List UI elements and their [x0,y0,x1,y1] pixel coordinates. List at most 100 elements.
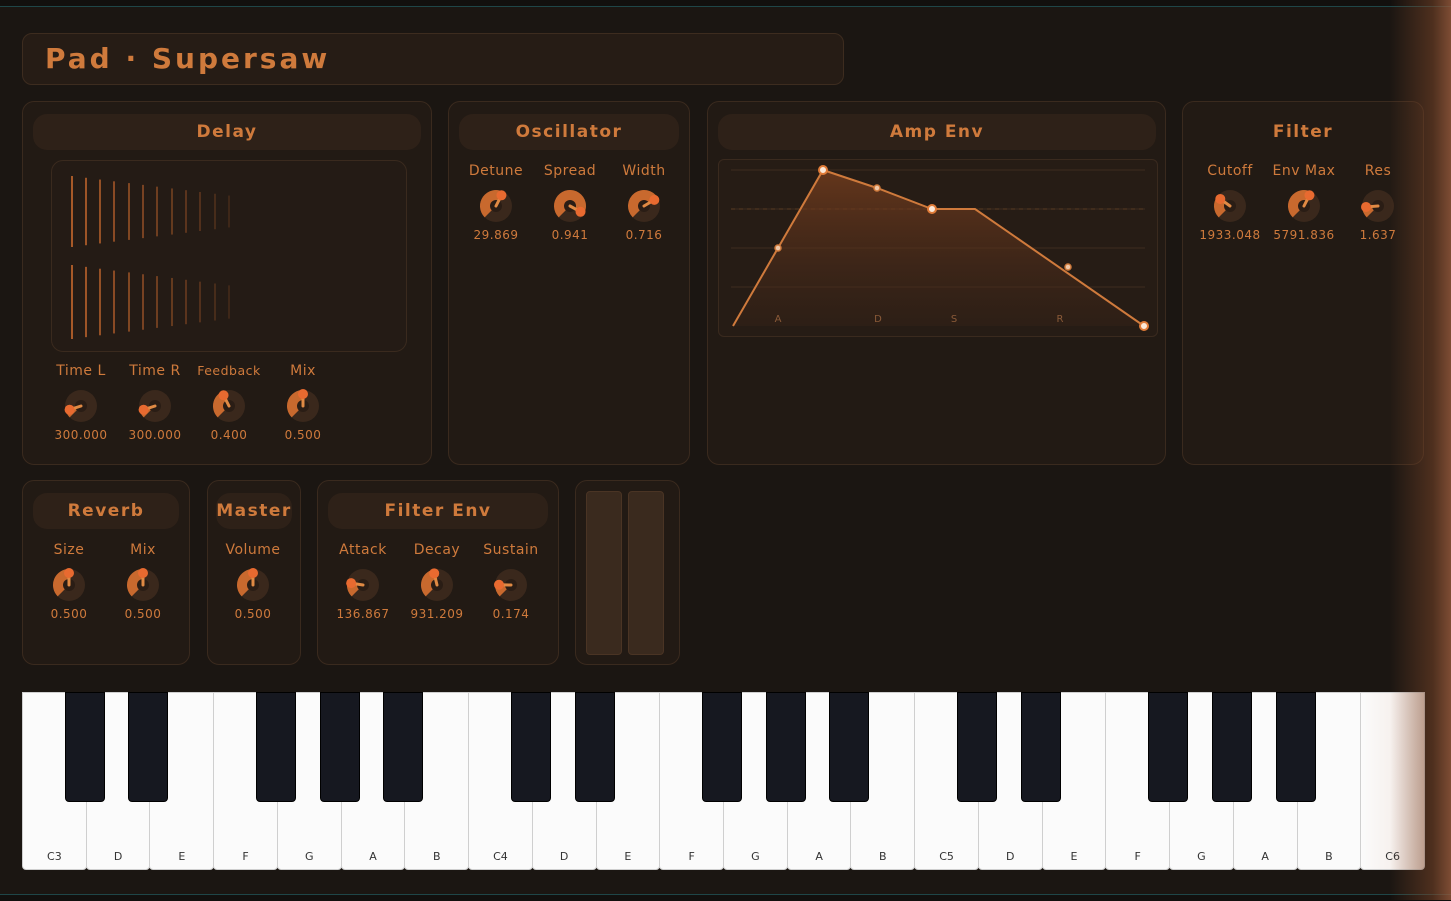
filter-env-panel: Filter Env Attack 136.867 Decay 931.209Sust… [317,480,559,665]
black-key[interactable] [957,692,997,802]
knob-value: 1.637 [1341,228,1415,242]
knob-value: 29.869 [459,228,533,242]
filter-knob-res[interactable]: Res 1.637 [1341,160,1415,242]
oscillator-header: Oscillator [459,114,679,150]
delay-knob-feedback[interactable]: Feedback0.400 [192,360,266,442]
black-key[interactable] [702,692,742,802]
reverb-panel: Reverb Size 0.500Mix0.500 [22,480,190,665]
white-key-label: C4 [469,850,532,863]
delay-knob-mix[interactable]: Mix0.500 [266,360,340,442]
white-key-label: B [851,850,914,863]
knob-dial[interactable] [345,567,381,603]
knob-label: Attack [326,539,400,561]
knob-label: Cutoff [1193,160,1267,182]
oscillator-knob-width[interactable]: Width0.716 [607,160,681,242]
white-key-label: A [788,850,851,863]
knob-value: 931.209 [400,607,474,621]
filter-panel: Filter Cutoff1933.048Env Max5791.836Res 1… [1182,101,1424,465]
env-stage-handle[interactable] [1140,322,1148,330]
black-key[interactable] [1212,692,1252,802]
level-meter-right [628,491,664,655]
knob-dial[interactable] [125,567,161,603]
knob-label: Env Max [1267,160,1341,182]
white-key-label: E [597,850,660,863]
knob-dial[interactable] [493,567,529,603]
piano-keyboard[interactable]: C3DEFGABC4DEFGABC5DEFGABC6 [22,692,1424,870]
knob-label: Time R [118,360,192,382]
oscillator-knob-spread[interactable]: Spread0.941 [533,160,607,242]
filter-knob-env-max[interactable]: Env Max5791.836 [1267,160,1341,242]
knob-dial[interactable] [235,567,271,603]
white-key-label: E [1043,850,1106,863]
filter-header: Filter [1193,114,1413,150]
black-key[interactable] [829,692,869,802]
knob-dial[interactable] [51,567,87,603]
black-key[interactable] [1276,692,1316,802]
knob-dial[interactable] [552,188,588,224]
oscillator-knob-detune[interactable]: Detune 29.869 [459,160,533,242]
env-stage-handle[interactable] [819,166,827,174]
knob-dial[interactable] [1212,188,1248,224]
knob-dial[interactable] [137,388,173,424]
black-key[interactable] [1021,692,1061,802]
env-curve-handle[interactable] [775,245,781,251]
black-key[interactable] [575,692,615,802]
filter-env-knob-decay[interactable]: Decay 931.209 [400,539,474,621]
white-key-label: F [1106,850,1169,863]
delay-knob-time-l[interactable]: Time L300.000 [44,360,118,442]
env-stage-label: S [951,314,957,325]
white-key-label: B [405,850,468,863]
filter-env-knob-sustain[interactable]: Sustain0.174 [474,539,548,621]
env-stage-handle[interactable] [928,205,936,213]
delay-panel: Delay Time L300.000Time R300.000Feedback… [22,101,432,465]
black-key[interactable] [1148,692,1188,802]
knob-dial[interactable] [63,388,99,424]
black-key[interactable] [511,692,551,802]
white-key-label: G [724,850,787,863]
knob-value: 0.400 [192,428,266,442]
knob-dial[interactable] [626,188,662,224]
black-key[interactable] [256,692,296,802]
knob-value: 0.500 [32,607,106,621]
knob-label: Width [607,160,681,182]
white-key[interactable]: C6 [1360,692,1425,870]
black-key[interactable] [128,692,168,802]
delay-knob-time-r[interactable]: Time R300.000 [118,360,192,442]
knob-label: Spread [533,160,607,182]
reverb-knob-size[interactable]: Size 0.500 [32,539,106,621]
oscillator-panel: Oscillator Detune 29.869Spread0.941Width0… [448,101,690,465]
black-key[interactable] [65,692,105,802]
knob-dial[interactable] [1360,188,1396,224]
knob-label: Size [32,539,106,561]
env-curve-handle[interactable] [1065,264,1071,270]
top-edge [0,0,1451,7]
black-key[interactable] [766,692,806,802]
filter-env-header: Filter Env [328,493,548,529]
black-key[interactable] [320,692,360,802]
reverb-header: Reverb [33,493,179,529]
knob-label: Decay [400,539,474,561]
knob-dial[interactable] [419,567,455,603]
white-key-label: C6 [1361,850,1424,863]
knob-dial[interactable] [211,388,247,424]
preset-title-bar: Pad · Supersaw [22,33,844,85]
master-knob-volume[interactable]: Volume0.500 [216,539,290,621]
amp-env-display[interactable]: ADSR [718,159,1158,337]
knob-label: Res [1341,160,1415,182]
filter-env-knob-attack[interactable]: Attack 136.867 [326,539,400,621]
knob-label: Detune [459,160,533,182]
white-key-label: G [278,850,341,863]
knob-value: 136.867 [326,607,400,621]
env-curve-handle[interactable] [874,185,880,191]
black-key[interactable] [383,692,423,802]
filter-knob-cutoff[interactable]: Cutoff1933.048 [1193,160,1267,242]
knob-dial[interactable] [478,188,514,224]
knob-dial[interactable] [285,388,321,424]
amp-env-graph[interactable]: ADSR [719,160,1157,336]
knob-label: Time L [44,360,118,382]
reverb-knob-mix[interactable]: Mix0.500 [106,539,180,621]
white-key-label: A [1234,850,1297,863]
knob-dial[interactable] [1286,188,1322,224]
env-stage-label: A [775,314,782,325]
env-stage-label: R [1057,314,1064,325]
